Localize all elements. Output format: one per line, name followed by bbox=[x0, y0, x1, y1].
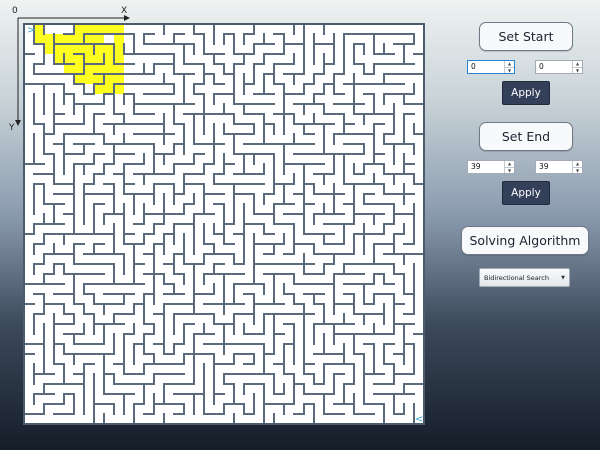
path-cell bbox=[44, 34, 54, 44]
path-cell bbox=[114, 34, 124, 44]
set-end-button[interactable]: Set End bbox=[479, 122, 573, 151]
path-cell bbox=[64, 44, 74, 54]
start-x-spinner[interactable]: 0 ▲ ▼ bbox=[467, 60, 515, 74]
spin-down-icon[interactable]: ▼ bbox=[505, 67, 514, 74]
end-apply-label: Apply bbox=[511, 187, 541, 199]
y-axis-arrow bbox=[15, 120, 21, 126]
path-cell bbox=[114, 74, 124, 84]
end-x-value[interactable]: 39 bbox=[468, 161, 504, 173]
path-cell bbox=[74, 74, 84, 84]
path-cell bbox=[44, 44, 54, 54]
path-cell bbox=[104, 84, 114, 94]
path-cell bbox=[64, 64, 74, 74]
path-cell bbox=[84, 24, 94, 34]
start-x-value[interactable]: 0 bbox=[468, 61, 504, 73]
path-cell bbox=[94, 64, 104, 74]
path-cell bbox=[114, 54, 124, 64]
origin-label: 0 bbox=[12, 6, 18, 16]
path-cell bbox=[84, 34, 94, 44]
path-cell bbox=[74, 44, 84, 54]
path-cell bbox=[54, 34, 64, 44]
path-cell bbox=[34, 24, 44, 34]
path-cell bbox=[114, 84, 124, 94]
path-cell bbox=[104, 44, 114, 54]
algorithm-selected-value: Bidirectional Search bbox=[484, 273, 549, 282]
path-cell bbox=[64, 54, 74, 64]
start-y-spinner[interactable]: 0 ▲ ▼ bbox=[535, 60, 583, 74]
path-cell bbox=[94, 24, 104, 34]
path-cell bbox=[54, 54, 64, 64]
end-y-value[interactable]: 39 bbox=[536, 161, 572, 173]
solving-algorithm-label: Solving Algorithm bbox=[469, 233, 581, 248]
end-marker: < bbox=[415, 414, 423, 425]
algorithm-select[interactable]: Bidirectional Search ▼ bbox=[479, 268, 570, 287]
path-cell bbox=[84, 64, 94, 74]
maze-canvas[interactable]: > < bbox=[22, 22, 426, 426]
maze-walls bbox=[23, 23, 425, 425]
path-cell bbox=[84, 44, 94, 54]
path-cell bbox=[64, 34, 74, 44]
start-apply-label: Apply bbox=[511, 87, 541, 99]
path-cell bbox=[114, 64, 124, 74]
path-cell bbox=[104, 64, 114, 74]
path-cell bbox=[74, 54, 84, 64]
path-cell bbox=[84, 74, 94, 84]
path-cell bbox=[104, 74, 114, 84]
path-cell bbox=[94, 34, 104, 44]
x-axis-label: X bbox=[121, 6, 128, 16]
start-marker: > bbox=[27, 25, 35, 36]
spin-down-icon[interactable]: ▼ bbox=[505, 167, 514, 174]
spin-down-icon[interactable]: ▼ bbox=[573, 67, 582, 74]
set-end-label: Set End bbox=[501, 129, 551, 144]
path-cell bbox=[74, 24, 84, 34]
path-cell bbox=[114, 44, 124, 54]
path-cell bbox=[94, 44, 104, 54]
path-cell bbox=[94, 74, 104, 84]
set-start-label: Set Start bbox=[498, 29, 554, 44]
path-cell bbox=[84, 54, 94, 64]
maze-wall-lines bbox=[23, 23, 425, 425]
end-x-spinner[interactable]: 39 ▲ ▼ bbox=[467, 160, 515, 174]
path-cell bbox=[74, 34, 84, 44]
end-y-spinner[interactable]: 39 ▲ ▼ bbox=[535, 160, 583, 174]
start-apply-button[interactable]: Apply bbox=[502, 81, 550, 105]
solving-algorithm-button[interactable]: Solving Algorithm bbox=[461, 226, 589, 255]
path-cell bbox=[74, 64, 84, 74]
path-cell bbox=[94, 84, 104, 94]
set-start-button[interactable]: Set Start bbox=[479, 22, 573, 51]
path-cell bbox=[104, 24, 114, 34]
path-cell bbox=[94, 54, 104, 64]
path-cell bbox=[114, 24, 124, 34]
path-cell bbox=[104, 54, 114, 64]
maze-grid[interactable]: > < bbox=[22, 22, 426, 426]
chevron-down-icon[interactable]: ▼ bbox=[561, 275, 565, 281]
y-axis-label: Y bbox=[9, 123, 15, 133]
path-cell bbox=[34, 34, 44, 44]
end-apply-button[interactable]: Apply bbox=[502, 181, 550, 205]
start-y-value[interactable]: 0 bbox=[536, 61, 572, 73]
path-cell bbox=[54, 44, 64, 54]
spin-down-icon[interactable]: ▼ bbox=[573, 167, 582, 174]
